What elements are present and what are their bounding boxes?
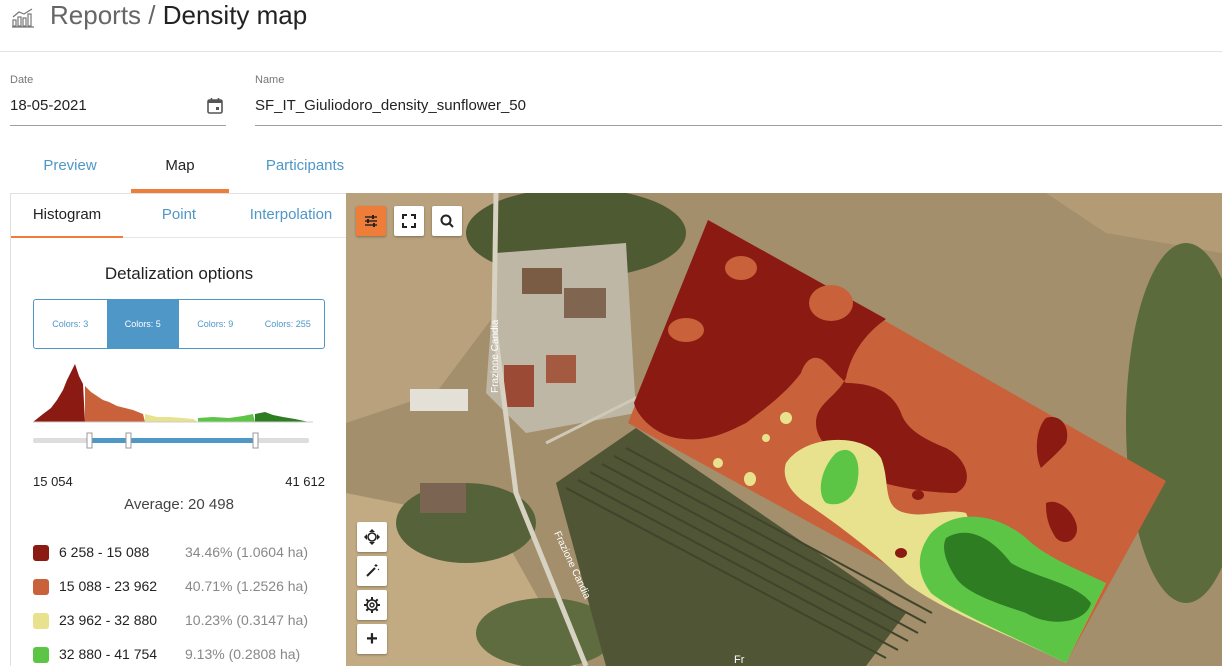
legend-swatch bbox=[33, 647, 49, 663]
histogram-bin-dark-red bbox=[33, 364, 85, 422]
colors-9-button[interactable]: Colors: 9 bbox=[179, 300, 252, 348]
subtab-point[interactable]: Point bbox=[123, 194, 235, 238]
magic-wand-icon bbox=[366, 564, 380, 577]
magic-wand-button[interactable] bbox=[357, 556, 387, 586]
legend-item: 23 962 - 32 880 10.23% (0.3147 ha) bbox=[33, 610, 343, 644]
date-value[interactable]: 18-05-2021 bbox=[10, 97, 226, 114]
slider-handle-mid[interactable] bbox=[125, 432, 132, 449]
histogram-max: 41 612 bbox=[285, 474, 325, 489]
name-label: Name bbox=[255, 74, 285, 86]
search-icon bbox=[440, 214, 454, 228]
legend-percentage: 40.71% (1.2526 ha) bbox=[185, 578, 308, 594]
histogram-min: 15 054 bbox=[33, 474, 73, 489]
road-label-1: Frazione Candia bbox=[490, 319, 501, 393]
density-histogram bbox=[33, 364, 313, 423]
detalization-title: Detalization options bbox=[104, 264, 254, 283]
road-label-3: Fr bbox=[734, 654, 745, 666]
legend-percentage: 9.13% (0.2808 ha) bbox=[185, 646, 301, 662]
date-field[interactable]: Date 18-05-2021 bbox=[10, 74, 226, 128]
colors-toggle-group: Colors: 3 Colors: 5 Colors: 9 Colors: 25… bbox=[33, 299, 325, 349]
plus-icon: + bbox=[366, 628, 378, 650]
breadcrumb-separator: / bbox=[141, 0, 163, 30]
move-arrows-icon bbox=[364, 529, 380, 545]
panel-subtabs: Histogram Point Interpolation bbox=[11, 194, 346, 238]
histogram-average: Average: 20 498 bbox=[124, 496, 234, 513]
subtab-interpolation[interactable]: Interpolation bbox=[235, 194, 346, 238]
legend-swatch bbox=[33, 579, 49, 595]
histogram-bin-dark-green bbox=[255, 412, 309, 422]
colors-255-button[interactable]: Colors: 255 bbox=[252, 300, 325, 348]
range-slider[interactable] bbox=[33, 430, 309, 450]
legend-swatch bbox=[33, 545, 49, 561]
density-map[interactable]: Frazione Candia Frazione Candia Fr + bbox=[346, 193, 1222, 666]
histogram-bin-orange bbox=[85, 386, 145, 422]
slider-handle-high[interactable] bbox=[252, 432, 259, 449]
name-underline bbox=[255, 125, 1222, 126]
histogram-bin-yellow bbox=[145, 414, 198, 422]
settings-button[interactable] bbox=[357, 590, 387, 620]
legend-item: 6 258 - 15 088 34.46% (1.0604 ha) bbox=[33, 542, 343, 576]
calendar-icon[interactable] bbox=[206, 97, 224, 115]
search-button[interactable] bbox=[432, 206, 462, 236]
legend-range: 15 088 - 23 962 bbox=[59, 578, 158, 594]
histogram-bin-light-green bbox=[198, 414, 255, 422]
satellite-imagery: Frazione Candia Frazione Candia Fr bbox=[346, 193, 1222, 666]
gear-icon bbox=[364, 597, 380, 613]
name-field[interactable]: Name SF_IT_Giuliodoro_density_sunflower_… bbox=[255, 74, 1222, 128]
legend-percentage: 34.46% (1.0604 ha) bbox=[185, 544, 308, 560]
histogram-range: 15 054 41 612 bbox=[33, 474, 325, 489]
colors-3-button[interactable]: Colors: 3 bbox=[34, 300, 107, 348]
legend-swatch bbox=[33, 613, 49, 629]
density-legend: 6 258 - 15 088 34.46% (1.0604 ha) 15 088… bbox=[33, 542, 343, 666]
histogram-panel: Histogram Point Interpolation Detalizati… bbox=[10, 193, 346, 666]
legend-percentage: 10.23% (0.3147 ha) bbox=[185, 612, 308, 628]
fullscreen-button[interactable] bbox=[394, 206, 424, 236]
legend-item: 15 088 - 23 962 40.71% (1.2526 ha) bbox=[33, 576, 343, 610]
tab-preview[interactable]: Preview bbox=[10, 145, 130, 193]
page-title: Reports / Density map bbox=[50, 0, 307, 30]
subtab-histogram[interactable]: Histogram bbox=[11, 194, 123, 238]
slider-handle-low[interactable] bbox=[86, 432, 93, 449]
filter-button[interactable] bbox=[356, 206, 386, 236]
colors-5-button[interactable]: Colors: 5 bbox=[106, 300, 179, 348]
name-value[interactable]: SF_IT_Giuliodoro_density_sunflower_50 bbox=[255, 97, 1222, 114]
date-label: Date bbox=[10, 74, 34, 86]
sliders-icon bbox=[365, 215, 377, 227]
legend-range: 32 880 - 41 754 bbox=[59, 646, 158, 662]
date-underline bbox=[10, 125, 226, 126]
breadcrumb-current: Density map bbox=[162, 0, 308, 30]
page-header: Reports / Density map bbox=[0, 0, 1222, 52]
legend-range: 23 962 - 32 880 bbox=[59, 612, 158, 628]
analytics-icon bbox=[12, 8, 34, 28]
legend-range: 6 258 - 15 088 bbox=[59, 544, 150, 560]
move-button[interactable] bbox=[357, 522, 387, 552]
legend-item: 32 880 - 41 754 9.13% (0.2808 ha) bbox=[33, 644, 343, 666]
fullscreen-icon bbox=[402, 214, 416, 228]
zoom-in-button[interactable]: + bbox=[357, 624, 387, 654]
tab-map[interactable]: Map bbox=[131, 145, 229, 193]
tab-participants[interactable]: Participants bbox=[240, 145, 370, 193]
breadcrumb-reports[interactable]: Reports bbox=[50, 0, 141, 30]
